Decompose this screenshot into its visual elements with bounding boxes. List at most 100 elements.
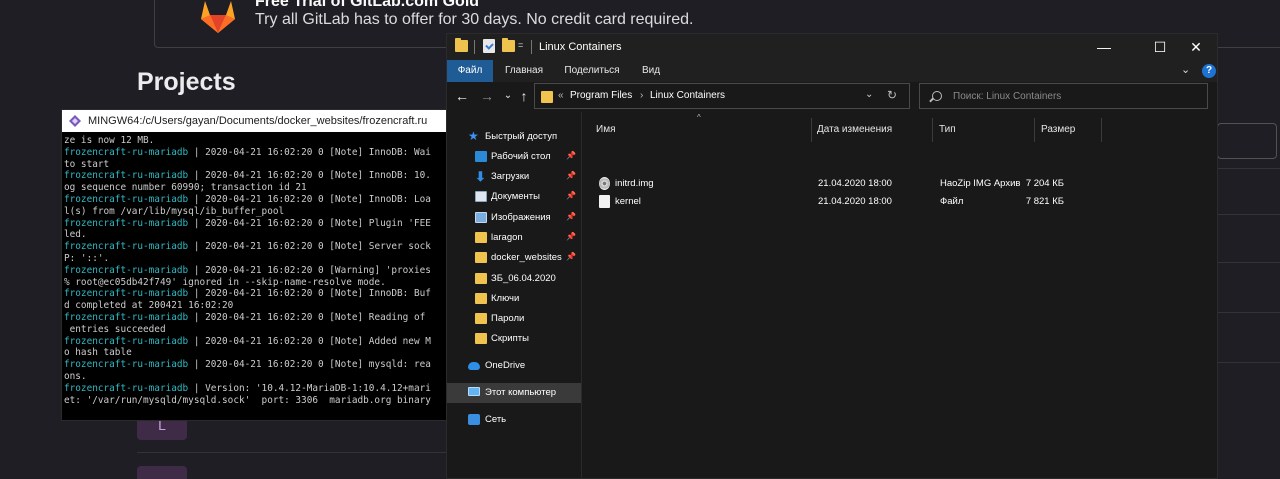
- column-separator[interactable]: [932, 118, 933, 142]
- disk-image-icon: [599, 177, 610, 190]
- terminal-line: frozencraft-ru-mariadb | 2020-04-21 16:0…: [64, 194, 446, 206]
- folder-icon: [475, 252, 487, 263]
- log-text: | 2020-04-21 16:02:20 0 [Note] Server so…: [188, 241, 431, 253]
- column-separator[interactable]: [811, 118, 812, 142]
- refresh-icon[interactable]: ↻: [887, 88, 897, 102]
- nav-item-10[interactable]: Пароли: [447, 309, 581, 329]
- container-tag: frozencraft-ru-mariadb: [64, 288, 189, 300]
- desktop-icon: [475, 151, 487, 162]
- terminal-title: MINGW64:/c/Users/gayan/Documents/docker_…: [88, 115, 428, 127]
- column-header-name[interactable]: Имя: [596, 118, 615, 142]
- terminal-line: P: '::'.: [64, 253, 446, 265]
- pin-icon: 📌: [566, 252, 576, 261]
- container-tag: frozencraft-ru-mariadb: [64, 335, 189, 347]
- container-tag: frozencraft-ru-mariadb: [64, 264, 189, 276]
- file-size: 7 821 КБ: [1025, 196, 1064, 207]
- titlebar[interactable]: = Linux Containers — ☐ ✕: [447, 34, 1217, 60]
- file-row[interactable]: initrd.img 21.04.2020 18:00 HaoZip IMG Арх…: [582, 175, 1217, 193]
- nav-item-1[interactable]: ★ Быстрый доступ: [447, 127, 581, 147]
- nav-item-label: docker_websites: [491, 252, 562, 263]
- properties-icon[interactable]: [483, 39, 495, 53]
- nav-item-label: Ключи: [491, 293, 520, 304]
- close-button[interactable]: ✕: [1173, 34, 1217, 60]
- nav-item-8[interactable]: ЗБ_06.04.2020: [447, 269, 581, 289]
- column-header-size[interactable]: Размер: [1041, 118, 1075, 142]
- nav-item-11[interactable]: Скрипты: [447, 329, 581, 349]
- column-header-date[interactable]: Дата изменения: [817, 118, 892, 142]
- log-text: | 2020-04-21 16:02:20 0 [Note] InnoDB: W…: [188, 146, 431, 158]
- search-input[interactable]: Поиск: Linux Containers: [919, 83, 1208, 109]
- file-explorer-window[interactable]: = Linux Containers — ☐ ✕ Файл Главная По…: [446, 33, 1218, 479]
- search-placeholder: Поиск: Linux Containers: [953, 91, 1062, 102]
- log-text: | 2020-04-21 16:02:20 0 [Note] Added new…: [188, 335, 431, 347]
- terminal-line: frozencraft-ru-mariadb | 2020-04-21 16:0…: [64, 147, 446, 159]
- back-button[interactable]: ←: [453, 87, 471, 105]
- file-size: 7 204 КБ: [1025, 178, 1064, 189]
- nav-item-7[interactable]: docker_websites 📌: [447, 248, 581, 268]
- terminal-window[interactable]: MINGW64:/c/Users/gayan/Documents/docker_…: [61, 109, 447, 421]
- navigation-bar: ← → ⌄ ↑ « Program Files › Linux Containe…: [447, 82, 1217, 112]
- log-text: to start: [64, 158, 110, 170]
- tab-home[interactable]: Главная: [497, 60, 551, 82]
- up-button[interactable]: ↑: [515, 87, 533, 105]
- folder-icon: [455, 38, 468, 52]
- folder-icon: [475, 273, 487, 284]
- log-text: | 2020-04-21 16:02:20 0 [Note] Reading o…: [188, 311, 426, 323]
- file-date: 21.04.2020 18:00: [818, 178, 892, 189]
- pin-icon: 📌: [566, 171, 576, 180]
- container-tag: frozencraft-ru-mariadb: [64, 170, 189, 182]
- terminal-titlebar[interactable]: MINGW64:/c/Users/gayan/Documents/docker_…: [62, 110, 446, 132]
- log-text: % root@ec05db42f749' ignored in --skip-n…: [64, 276, 386, 288]
- nav-item-5[interactable]: Изображения 📌: [447, 208, 581, 228]
- nav-item-14[interactable]: Сеть: [447, 410, 581, 430]
- help-icon[interactable]: ?: [1202, 64, 1216, 78]
- page-title: Projects: [137, 68, 236, 96]
- nav-item-4[interactable]: Документы 📌: [447, 187, 581, 207]
- address-bar[interactable]: « Program Files › Linux Containers ⌄ ↻: [534, 83, 910, 109]
- folder-icon: [475, 333, 487, 344]
- file-date: 21.04.2020 18:00: [818, 196, 892, 207]
- column-separator[interactable]: [1034, 118, 1035, 142]
- address-overflow-chevron[interactable]: «: [558, 90, 564, 101]
- breadcrumb-program-files[interactable]: Program Files: [570, 90, 632, 101]
- forward-button[interactable]: →: [478, 87, 496, 105]
- address-dropdown-icon[interactable]: ⌄: [865, 89, 873, 100]
- pin-icon: 📌: [566, 212, 576, 221]
- filter-input[interactable]: [1217, 123, 1277, 159]
- nav-item-9[interactable]: Ключи: [447, 289, 581, 309]
- file-row[interactable]: kernel 21.04.2020 18:00 Файл 7 821 КБ: [582, 193, 1217, 211]
- divider: [137, 452, 447, 453]
- trial-banner-text: Try all GitLab has to offer for 30 days.…: [255, 11, 694, 28]
- minimize-button[interactable]: —: [1081, 34, 1127, 60]
- project-avatar[interactable]: [137, 466, 187, 479]
- breadcrumb-linux-containers[interactable]: Linux Containers: [650, 90, 725, 101]
- nav-item-2[interactable]: Рабочий стол 📌: [447, 147, 581, 167]
- nav-item-13[interactable]: Этот компьютер: [447, 383, 581, 403]
- git-bash-icon: [69, 115, 81, 127]
- nav-item-6[interactable]: laragon 📌: [447, 228, 581, 248]
- terminal-output[interactable]: ze is now 12 MB. frozencraft-ru-mariadb |…: [62, 132, 446, 406]
- navigation-pane: ★ Быстрый доступ Рабочий стол 📌 ⬇ Загрузки 📌 До…: [447, 124, 581, 478]
- tab-file[interactable]: Файл: [447, 60, 493, 82]
- nav-item-3[interactable]: ⬇ Загрузки 📌: [447, 167, 581, 187]
- container-tag: frozencraft-ru-mariadb: [64, 241, 189, 253]
- download-icon: ⬇: [475, 169, 486, 184]
- nav-item-label: Пароли: [491, 313, 525, 324]
- column-separator[interactable]: [1101, 118, 1102, 142]
- log-text: | 2020-04-21 16:02:20 0 [Note] InnoDB: L…: [188, 193, 431, 205]
- separator: [531, 40, 532, 54]
- quick-access-dropdown-icon[interactable]: =: [518, 40, 523, 50]
- nav-item-12[interactable]: OneDrive: [447, 356, 581, 376]
- column-header-type[interactable]: Тип: [939, 118, 956, 142]
- new-folder-icon[interactable]: [502, 38, 515, 52]
- terminal-line: frozencraft-ru-mariadb | 2020-04-21 16:0…: [64, 359, 446, 371]
- container-tag: frozencraft-ru-mariadb: [64, 146, 189, 158]
- folder-icon: [475, 232, 487, 243]
- folder-icon: [541, 91, 553, 103]
- search-icon: [932, 91, 942, 101]
- tab-share[interactable]: Поделиться: [557, 60, 627, 82]
- terminal-line: % root@ec05db42f749' ignored in --skip-n…: [64, 277, 446, 289]
- terminal-line: led.: [64, 229, 446, 241]
- expand-ribbon-icon[interactable]: ⌄: [1181, 63, 1190, 76]
- tab-view[interactable]: Вид: [633, 60, 669, 82]
